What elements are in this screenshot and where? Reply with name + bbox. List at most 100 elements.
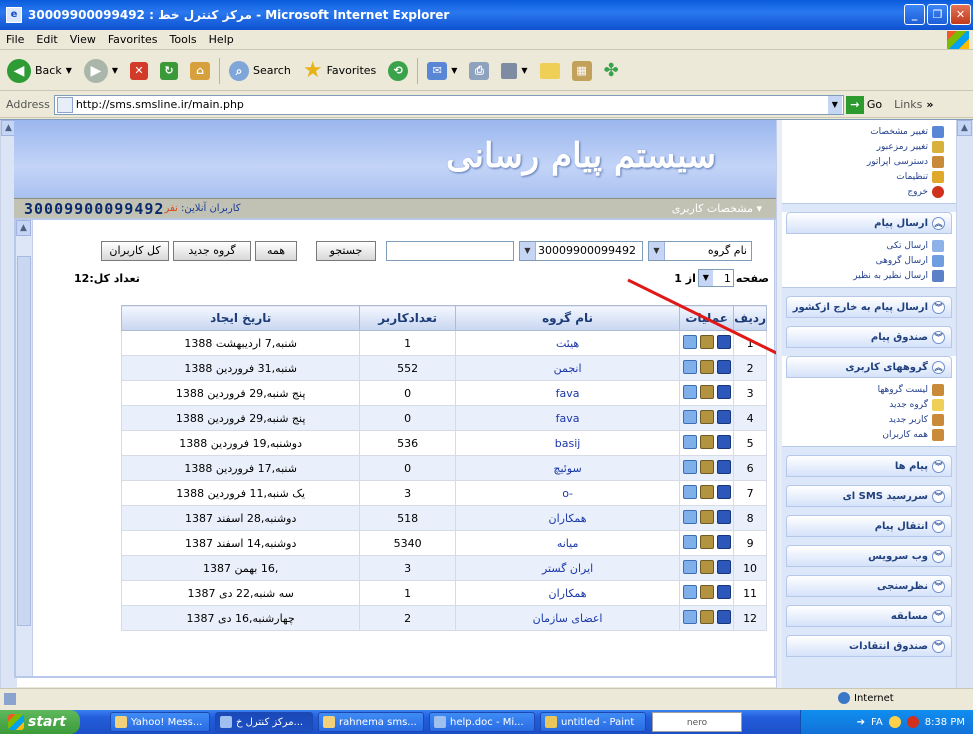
edit-icon[interactable] (682, 334, 697, 349)
history-button[interactable]: ⟲ (385, 56, 411, 86)
search-text-input[interactable] (386, 241, 514, 261)
group-name-link[interactable]: سوئیچ (454, 455, 681, 481)
edit-icon[interactable] (682, 434, 697, 449)
edit-icon[interactable] (682, 459, 697, 474)
new-group-button[interactable]: گروه جدید (173, 241, 251, 261)
content-scroll-thumb[interactable] (17, 256, 31, 626)
minimize-button[interactable]: _ (904, 4, 925, 25)
members-icon[interactable] (699, 509, 714, 524)
sidebar-head-section[interactable]: ︾ سررسید SMS ای (786, 485, 952, 507)
sidebar-item-change-profile[interactable]: تغییر مشخصات (782, 124, 956, 139)
edit-icon[interactable] (682, 509, 697, 524)
all-users-button[interactable]: کل کاربران (101, 241, 169, 261)
sidebar-item-group-list[interactable]: لیست گروهها (782, 382, 956, 397)
sidebar-item-group-send[interactable]: ارسال گروهی (782, 253, 956, 268)
forward-dropdown-icon[interactable]: ▼ (112, 66, 118, 75)
edit-icon[interactable] (682, 484, 697, 499)
search-button[interactable]: ⌕ Search (226, 56, 294, 86)
members-icon[interactable] (699, 609, 714, 624)
save-icon[interactable] (716, 609, 731, 624)
content-scrollbar[interactable]: ▲ (16, 220, 33, 676)
save-icon[interactable] (716, 459, 731, 474)
group-name-link[interactable]: ایران گستر (454, 555, 681, 581)
edit-icon[interactable] (682, 609, 697, 624)
sidebar-item-new-user[interactable]: کاربر جدید (782, 412, 956, 427)
sidebar-head-section[interactable]: ︾ صندوق انتقادات (786, 635, 952, 657)
sidebar-head-inbox[interactable]: ︾ صندوق پیام (786, 326, 952, 348)
address-dropdown-icon[interactable]: ▼ (827, 95, 842, 114)
edit-icon[interactable] (682, 534, 697, 549)
members-icon[interactable] (699, 434, 714, 449)
back-dropdown-icon[interactable]: ▼ (66, 66, 72, 75)
user-info-header[interactable]: ▾ مشخصات کاربری (672, 202, 776, 215)
members-icon[interactable] (699, 359, 714, 374)
mail-button[interactable]: ✉ ▼ (424, 56, 460, 86)
sidebar-head-section[interactable]: ︾ مسابقه (786, 605, 952, 627)
members-icon[interactable] (699, 384, 714, 399)
save-icon[interactable] (716, 409, 731, 424)
group-name-link[interactable]: همکاران (454, 580, 681, 606)
save-icon[interactable] (716, 384, 731, 399)
links-button[interactable]: Links (894, 98, 922, 111)
sidebar-item-settings[interactable]: تنظیمات (782, 169, 956, 184)
sidebar-item-all-users[interactable]: همه کاربران (782, 427, 956, 442)
sidebar-item-single-send[interactable]: ارسال تکی (782, 238, 956, 253)
task-yahoo[interactable]: Yahoo! Mess... (110, 712, 210, 732)
mail-dropdown-icon[interactable]: ▼ (451, 66, 457, 75)
sidebar-item-change-password[interactable]: تغییر رمزعبور (782, 139, 956, 154)
group-name-link[interactable]: fava (454, 380, 681, 406)
edit-icon[interactable] (682, 384, 697, 399)
content-scroll-up-icon[interactable]: ▲ (16, 220, 31, 236)
members-icon[interactable] (699, 459, 714, 474)
edit-icon[interactable] (682, 359, 697, 374)
save-icon[interactable] (716, 434, 731, 449)
edit-page-button[interactable]: ▼ (498, 56, 530, 86)
forward-button[interactable]: ▶ ▼ (81, 56, 121, 86)
stop-button[interactable]: ✕ (127, 56, 151, 86)
members-icon[interactable] (699, 534, 714, 549)
sidebar-head-section[interactable]: ︾ پیام ها (786, 455, 952, 477)
save-icon[interactable] (716, 359, 731, 374)
maximize-button[interactable]: ❐ (927, 4, 948, 25)
menu-edit[interactable]: Edit (30, 33, 63, 46)
sidebar-head-section[interactable]: ︾ انتقال پیام (786, 515, 952, 537)
group-name-link[interactable]: انجمن (454, 355, 681, 381)
edit-icon[interactable] (682, 559, 697, 574)
members-icon[interactable] (699, 409, 714, 424)
sidebar-head-intl[interactable]: ︾ ارسال پیام به خارج ازکشور (786, 296, 952, 318)
group-name-link[interactable]: fava (454, 405, 681, 431)
favorites-button[interactable]: ★ Favorites (300, 56, 379, 86)
search-button[interactable]: جستجو (316, 241, 376, 261)
language-indicator[interactable]: FA (871, 717, 883, 728)
task-word[interactable]: help.doc - Mi... (429, 712, 535, 732)
group-name-link[interactable]: basij (454, 430, 681, 456)
line-select[interactable]: ▼ 30009900099492 (519, 241, 643, 261)
sidebar-head-section[interactable]: ︾ وب سرویس (786, 545, 952, 567)
members-icon[interactable] (699, 584, 714, 599)
save-icon[interactable] (716, 334, 731, 349)
page-scroll-up-icon[interactable]: ▲ (957, 120, 972, 136)
save-icon[interactable] (716, 559, 731, 574)
field-select[interactable]: نام گروه ▼ (648, 241, 752, 261)
print-button[interactable]: ⎙ (466, 56, 492, 86)
menu-help[interactable]: Help (203, 33, 240, 46)
menu-favorites[interactable]: Favorites (102, 33, 164, 46)
show-all-button[interactable]: همه (255, 241, 297, 261)
research-button[interactable]: ▦ (569, 56, 595, 86)
sidebar-item-p2p-send[interactable]: ارسال نظیر به نظیر (782, 268, 956, 283)
start-button[interactable]: start (0, 710, 80, 734)
save-icon[interactable] (716, 484, 731, 499)
home-button[interactable]: ⌂ (187, 56, 213, 86)
group-name-link[interactable]: اعضای سازمان (454, 605, 681, 631)
group-name-link[interactable]: هیئت (454, 330, 681, 356)
page-scrollbar[interactable]: ▲ (956, 120, 973, 688)
sidebar-item-exit[interactable]: خروج (782, 184, 956, 199)
edit-icon[interactable] (682, 409, 697, 424)
edit-icon[interactable] (682, 584, 697, 599)
page-select[interactable]: ▼ 1 (697, 269, 734, 287)
back-button[interactable]: ◀ Back ▼ (4, 56, 75, 86)
group-name-link[interactable]: همکاران (454, 505, 681, 531)
members-icon[interactable] (699, 334, 714, 349)
nero-toolbar[interactable]: nero (652, 712, 742, 732)
tray-security-icon[interactable] (906, 716, 919, 728)
